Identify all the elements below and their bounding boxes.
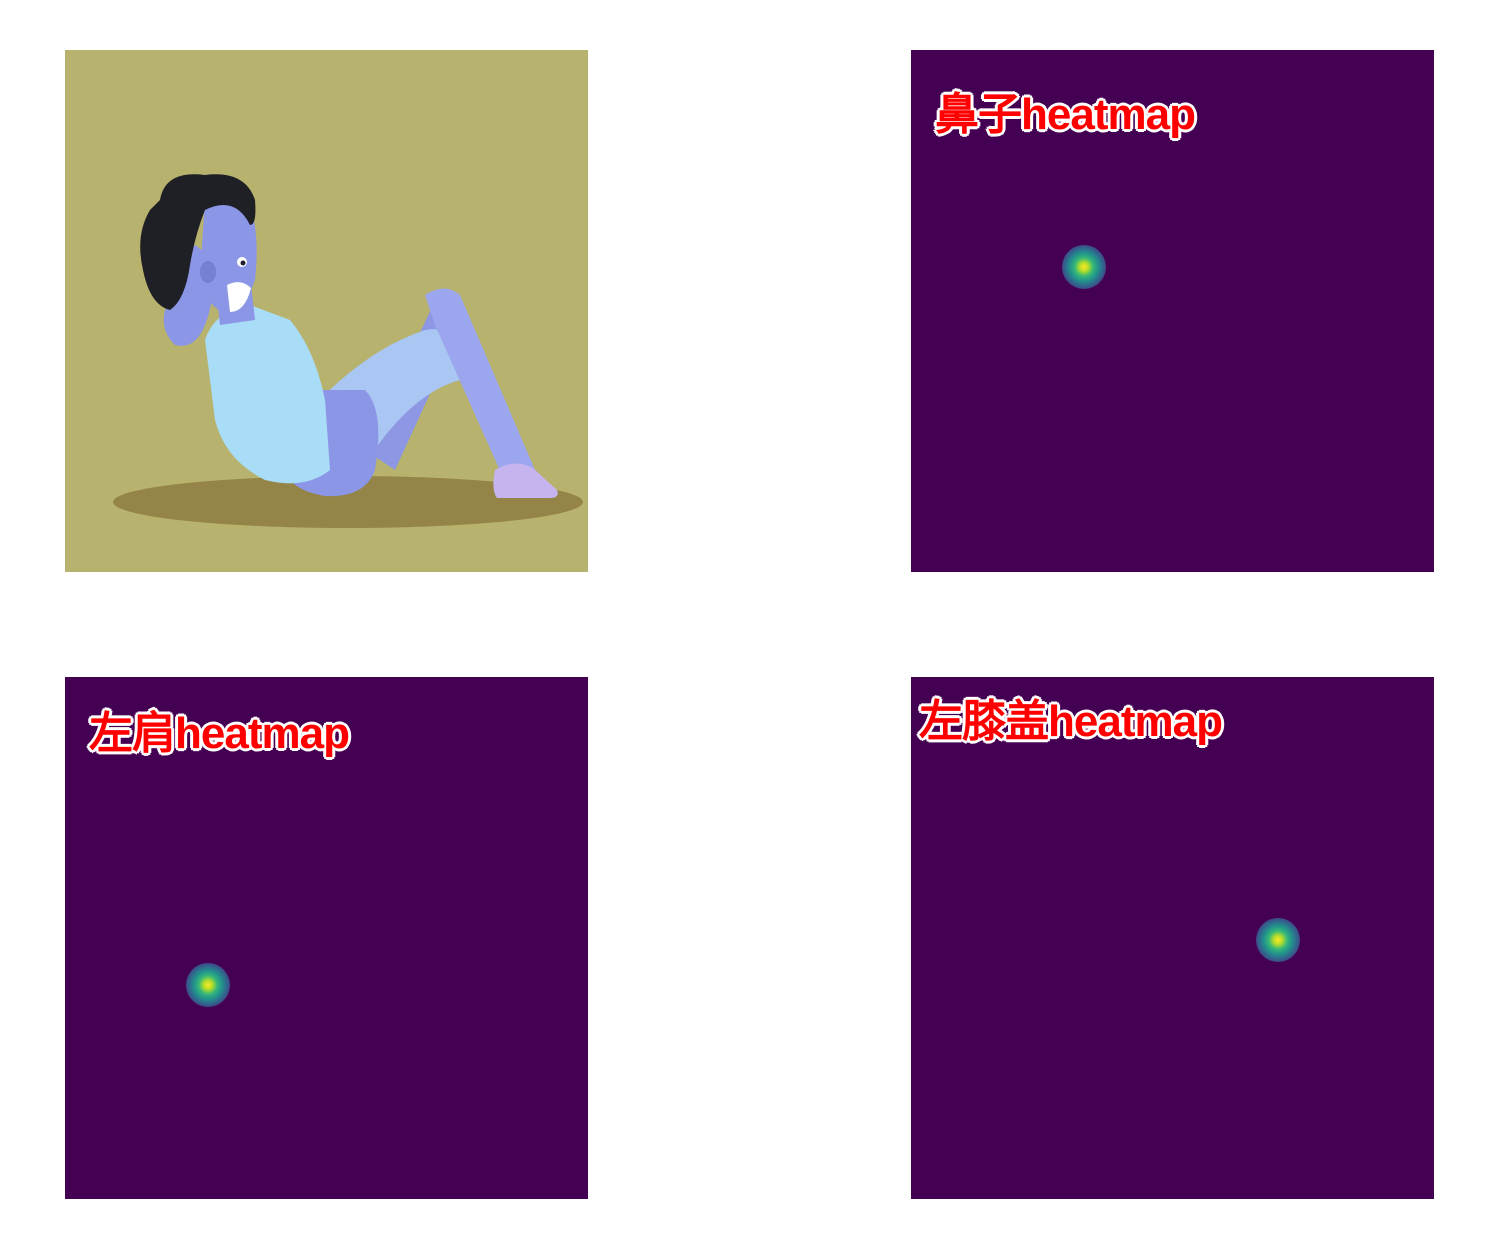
situp-illustration xyxy=(113,174,583,528)
left-shoulder-heatmap-spot xyxy=(186,963,230,1007)
left-knee-heatmap-label: 左膝盖heatmap xyxy=(919,697,1223,746)
left-shoulder-heatmap-label: 左肩heatmap xyxy=(89,709,350,758)
shoe xyxy=(493,463,558,498)
ear xyxy=(200,261,216,283)
left-knee-heatmap-panel: 左膝盖heatmap xyxy=(911,677,1434,1199)
situp-illustration-panel xyxy=(65,50,588,572)
pupil xyxy=(240,260,246,266)
nose-heatmap-spot xyxy=(1062,245,1106,289)
nose-heatmap-panel: 鼻子heatmap xyxy=(911,50,1434,572)
torso xyxy=(205,305,330,484)
left-knee-heatmap-spot xyxy=(1256,918,1300,962)
left-shoulder-heatmap-panel: 左肩heatmap xyxy=(65,677,588,1199)
nose-heatmap-label: 鼻子heatmap xyxy=(935,90,1196,139)
